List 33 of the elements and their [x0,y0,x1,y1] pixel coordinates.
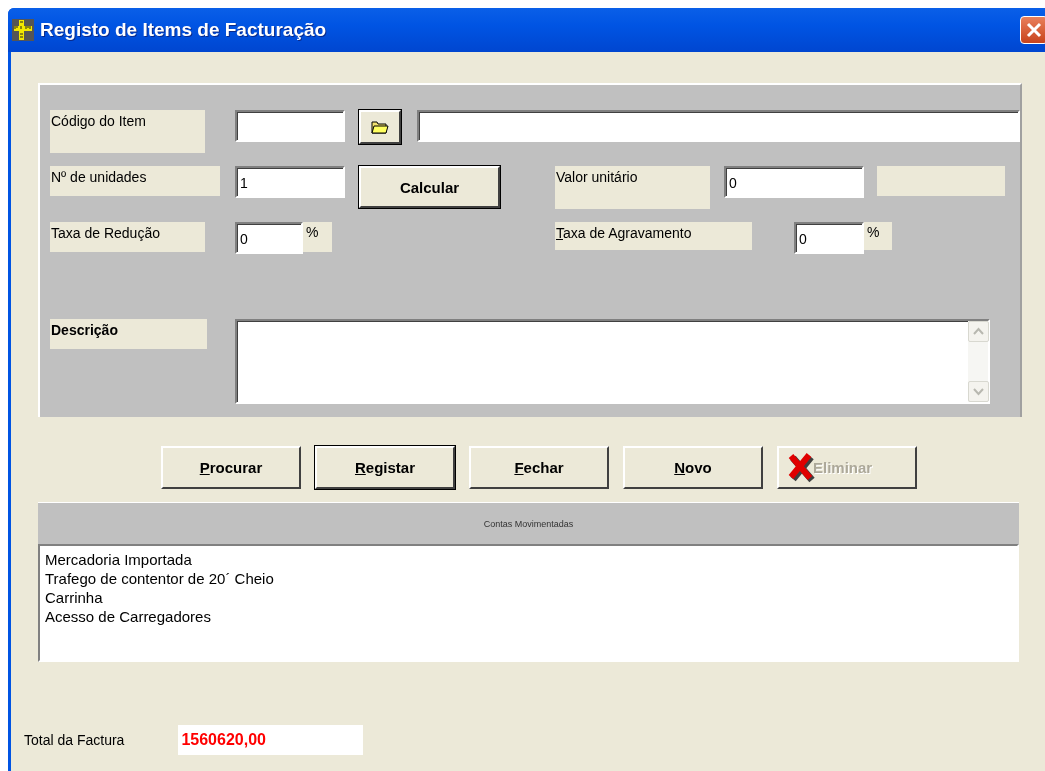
input-field[interactable] [417,110,1020,142]
list-item[interactable]: Trafego de contentor de 20´ Cheio [45,569,1012,588]
action-button[interactable]: Novo [623,446,763,489]
action-button[interactable]: Procurar [161,446,301,489]
total-value: 1560620,00 [178,725,364,755]
list-item[interactable]: Mercadoria Importada [45,550,1012,569]
action-button[interactable]: Registar [315,446,455,489]
unit-label: % [303,222,332,252]
calculate-button[interactable]: Calcular [359,166,500,208]
field-label: Taxa de Redução [50,222,205,252]
field-label: Valor unitário [555,166,710,209]
input-field[interactable]: 0 [794,222,864,254]
browse-button[interactable] [359,110,401,144]
action-button[interactable]: Fechar [469,446,609,489]
field-label: Descrição [50,319,207,349]
ruler-icon [12,19,34,41]
input-field[interactable]: 0 [235,222,303,254]
total-label: Total da Factura [24,732,125,748]
unit-label: % [864,222,892,250]
list-header: Contas Movimentadas [38,502,1019,544]
window-title: Registo de Items de Facturação [40,19,327,41]
accounts-list[interactable]: Mercadoria Importada Trafego de contentor de 20´ Cheio Carrinha Acesso de Carregadores [38,544,1019,662]
input-field[interactable]: 1 [235,166,345,198]
close-button[interactable] [1020,16,1045,44]
field-label: Código do Item [50,110,205,153]
close-icon [1026,22,1042,38]
list-item[interactable]: Acesso de Carregadores [45,607,1012,626]
field-label: Nº de unidades [50,166,220,196]
input-field[interactable] [235,110,345,142]
folder-icon [371,120,389,134]
input-field[interactable]: 0 [724,166,864,198]
list-item[interactable]: Carrinha [45,588,1012,607]
field-label: Taxa de Agravamento [555,222,752,250]
